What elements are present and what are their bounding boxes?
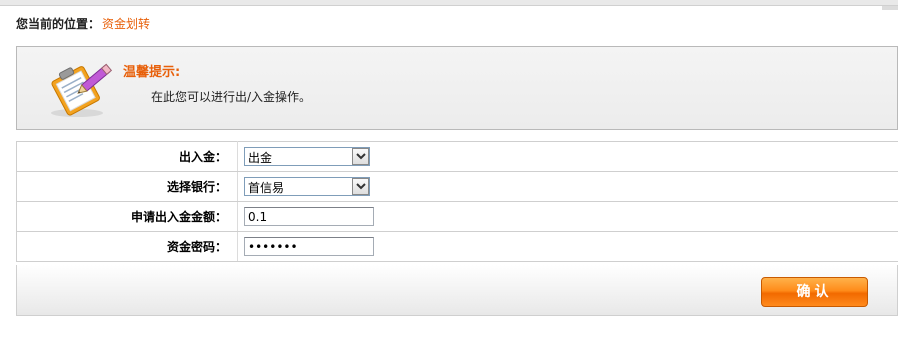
confirm-button[interactable]: 确认 [761, 277, 868, 307]
password-input[interactable] [244, 237, 374, 256]
chevron-down-icon[interactable] [352, 178, 369, 195]
action-bar: 确认 [16, 265, 898, 316]
form-row-direction: 出入金： 出金 [16, 141, 898, 172]
bank-select-value: 首信易 [248, 181, 285, 195]
amount-field-cell [237, 201, 898, 232]
password-label: 资金密码： [16, 231, 238, 262]
bank-field-cell: 首信易 [237, 171, 898, 202]
corner-decoration [882, 6, 898, 10]
breadcrumb-current-link[interactable]: 资金划转 [102, 17, 150, 31]
notepad-pencil-icon [45, 57, 115, 119]
direction-field-cell: 出金 [237, 141, 898, 172]
password-field-cell [237, 231, 898, 262]
chevron-down-icon[interactable] [352, 148, 369, 165]
tip-panel: 温馨提示: 在此您可以进行出/入金操作。 [16, 46, 898, 130]
tip-title: 温馨提示: [123, 65, 181, 80]
transfer-form: 出入金： 出金 选择银行： 首信易 申请出入金金额： 资金密码 [16, 141, 898, 262]
breadcrumb-prefix: 您当前的位置： [16, 17, 101, 31]
breadcrumb: 您当前的位置： 资金划转 [16, 15, 150, 32]
direction-label: 出入金： [16, 141, 238, 172]
direction-select-value: 出金 [248, 151, 273, 165]
form-row-password: 资金密码： [16, 231, 898, 262]
direction-select[interactable]: 出金 [244, 147, 370, 166]
form-row-amount: 申请出入金金额： [16, 201, 898, 232]
amount-label: 申请出入金金额： [16, 201, 238, 232]
tip-text: 在此您可以进行出/入金操作。 [151, 90, 312, 104]
form-row-bank: 选择银行： 首信易 [16, 171, 898, 202]
bank-select[interactable]: 首信易 [244, 177, 370, 196]
amount-input[interactable] [244, 207, 374, 226]
top-strip [0, 0, 898, 6]
bank-label: 选择银行： [16, 171, 238, 202]
